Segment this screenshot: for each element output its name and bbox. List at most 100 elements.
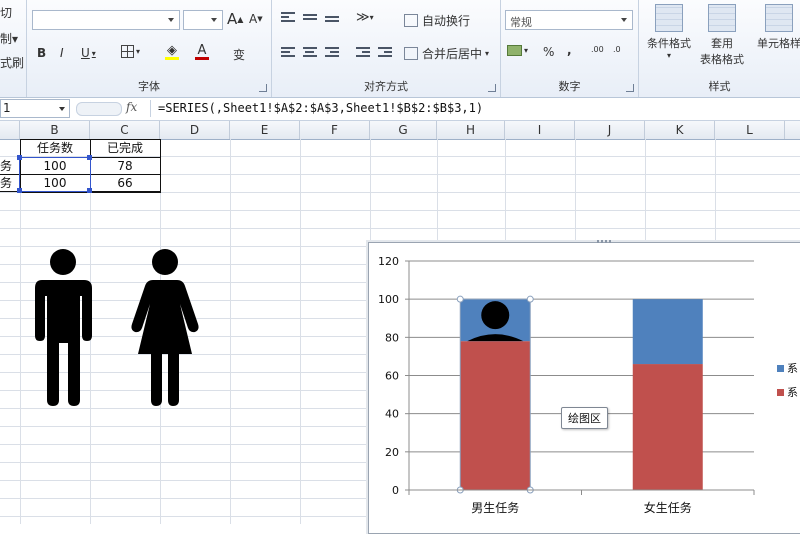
bold-button[interactable]: B: [37, 46, 46, 60]
shrink-font-button[interactable]: A ▼: [249, 12, 263, 26]
cut-button[interactable]: 切: [0, 4, 12, 21]
align-top-icon[interactable]: [281, 12, 295, 24]
column-header[interactable]: C: [90, 121, 160, 139]
increase-indent-icon[interactable]: [378, 47, 392, 59]
table-header-cell[interactable]: 已完成: [90, 139, 160, 157]
conditional-format-button[interactable]: 条件格式 ▾: [645, 4, 693, 60]
column-header[interactable]: L: [715, 121, 785, 139]
align-left-icon[interactable]: [281, 47, 295, 59]
y-tick-label: 0: [392, 484, 399, 497]
increase-decimal-button[interactable]: .00: [591, 45, 604, 54]
column-headers: B C D E F G H I J K L: [0, 121, 800, 140]
decrease-decimal-button[interactable]: .0: [613, 45, 621, 54]
bar-segment: [460, 341, 531, 490]
cell-styles-icon: [765, 4, 793, 32]
alignment-group-label: 对齐方式: [364, 80, 408, 93]
legend-label: 系: [787, 362, 798, 375]
align-bottom-icon[interactable]: [325, 16, 339, 28]
italic-button[interactable]: I: [60, 46, 64, 60]
font-size-combo[interactable]: [183, 10, 223, 30]
insert-function-button[interactable]: fx: [126, 100, 137, 114]
column-header[interactable]: F: [300, 121, 370, 139]
female-figure-icon[interactable]: [125, 248, 203, 408]
selection-handle: [456, 295, 464, 303]
font-color-button[interactable]: A: [195, 44, 209, 60]
male-figure-icon[interactable]: [30, 248, 98, 408]
orientation-button[interactable]: ≫ ▾: [356, 10, 374, 25]
clipboard-group: 切 制 ▾ 式刷: [0, 0, 27, 97]
series-range-highlight: [19, 157, 91, 192]
border-button[interactable]: ▾: [121, 45, 140, 58]
column-header[interactable]: I: [505, 121, 575, 139]
paint-bucket-icon: ◈: [167, 43, 177, 58]
align-right-icon[interactable]: [325, 47, 339, 59]
chart-plot[interactable]: 0 20 40 60 80 100 120 男生任务 女生任务 系系: [369, 243, 800, 533]
format-as-table-button[interactable]: 套用 表格格式: [695, 4, 749, 67]
grow-font-button[interactable]: A ▲: [227, 10, 243, 28]
format-painter-button[interactable]: 式刷: [0, 54, 24, 71]
name-box[interactable]: 1: [0, 99, 70, 118]
legend-swatch: [777, 389, 784, 396]
underline-button[interactable]: U ▾: [81, 46, 96, 60]
range-handle[interactable]: [17, 188, 22, 193]
fill-color-button[interactable]: ◈: [165, 44, 179, 60]
copy-button[interactable]: 制 ▾: [0, 30, 18, 47]
bar-segment: [632, 299, 703, 365]
range-handle[interactable]: [87, 155, 92, 160]
border-icon: [121, 45, 134, 58]
wrap-text-icon: [404, 14, 418, 27]
conditional-format-icon: [655, 4, 683, 32]
column-header-a[interactable]: [0, 121, 20, 139]
column-header[interactable]: E: [230, 121, 300, 139]
range-handle[interactable]: [87, 188, 92, 193]
merge-center-button[interactable]: 合并后居中 ▾: [404, 45, 489, 62]
wrap-text-button[interactable]: 自动换行: [404, 12, 470, 29]
chevron-down-icon: [211, 18, 217, 22]
comma-button[interactable]: ,: [567, 43, 572, 57]
chevron-down-icon: [621, 18, 627, 22]
legend-swatch: [777, 365, 784, 372]
percent-button[interactable]: %: [543, 45, 554, 59]
formula-bar-splitter[interactable]: [76, 102, 122, 116]
table-cell[interactable]: 66: [90, 174, 160, 192]
font-group-label: 字体: [138, 80, 160, 93]
column-header[interactable]: B: [20, 121, 90, 139]
phonetic-button[interactable]: 变: [233, 46, 245, 63]
alignment-dialog-launcher[interactable]: [488, 84, 496, 92]
number-format-combo[interactable]: 常规: [505, 10, 633, 30]
y-tick-label: 100: [378, 293, 399, 306]
ribbon: 切 制 ▾ 式刷 A ▲ A ▼ B I U ▾ ▾ ◈ A 变 字体 ≫ ▾ …: [0, 0, 800, 98]
column-header[interactable]: D: [160, 121, 230, 139]
table-cell[interactable]: 78: [90, 157, 160, 175]
chevron-down-icon: [168, 18, 174, 22]
number-dialog-launcher[interactable]: [626, 84, 634, 92]
formula-divider: [150, 100, 151, 117]
styles-group: 条件格式 ▾ 套用 表格格式 单元格样 样式: [639, 0, 800, 97]
cell-styles-button[interactable]: 单元格样: [751, 4, 800, 51]
range-handle[interactable]: [17, 155, 22, 160]
font-group: A ▲ A ▼ B I U ▾ ▾ ◈ A 变 字体: [27, 0, 272, 97]
y-tick-label: 120: [378, 255, 399, 268]
column-header[interactable]: H: [437, 121, 505, 139]
chart-object[interactable]: 0 20 40 60 80 100 120 男生任务 女生任务 系系 绘图区: [368, 240, 800, 534]
table-header-cell[interactable]: 任务数: [20, 139, 90, 157]
align-middle-icon[interactable]: [303, 14, 317, 26]
accounting-format-button[interactable]: ▾: [507, 45, 528, 56]
y-tick-label: 40: [385, 408, 399, 421]
column-header[interactable]: J: [575, 121, 645, 139]
column-header[interactable]: K: [645, 121, 715, 139]
formula-bar: 1 fx =SERIES(,Sheet1!$A$2:$A$3,Sheet1!$B…: [0, 98, 800, 121]
align-center-icon[interactable]: [303, 47, 317, 59]
alignment-group: ≫ ▾ 自动换行 合并后居中 ▾ 对齐方式: [272, 0, 501, 97]
number-group-label: 数字: [558, 80, 581, 93]
legend-label: 系: [787, 386, 798, 399]
y-tick-label: 20: [385, 446, 399, 459]
bar-segment: [632, 364, 703, 490]
formula-input[interactable]: =SERIES(,Sheet1!$A$2:$A$3,Sheet1!$B$2:$B…: [158, 101, 483, 115]
font-dialog-launcher[interactable]: [259, 84, 267, 92]
decrease-indent-icon[interactable]: [356, 47, 370, 59]
head-icon: [481, 301, 510, 330]
font-name-combo[interactable]: [32, 10, 180, 30]
column-header[interactable]: G: [370, 121, 437, 139]
currency-icon: [507, 45, 522, 56]
